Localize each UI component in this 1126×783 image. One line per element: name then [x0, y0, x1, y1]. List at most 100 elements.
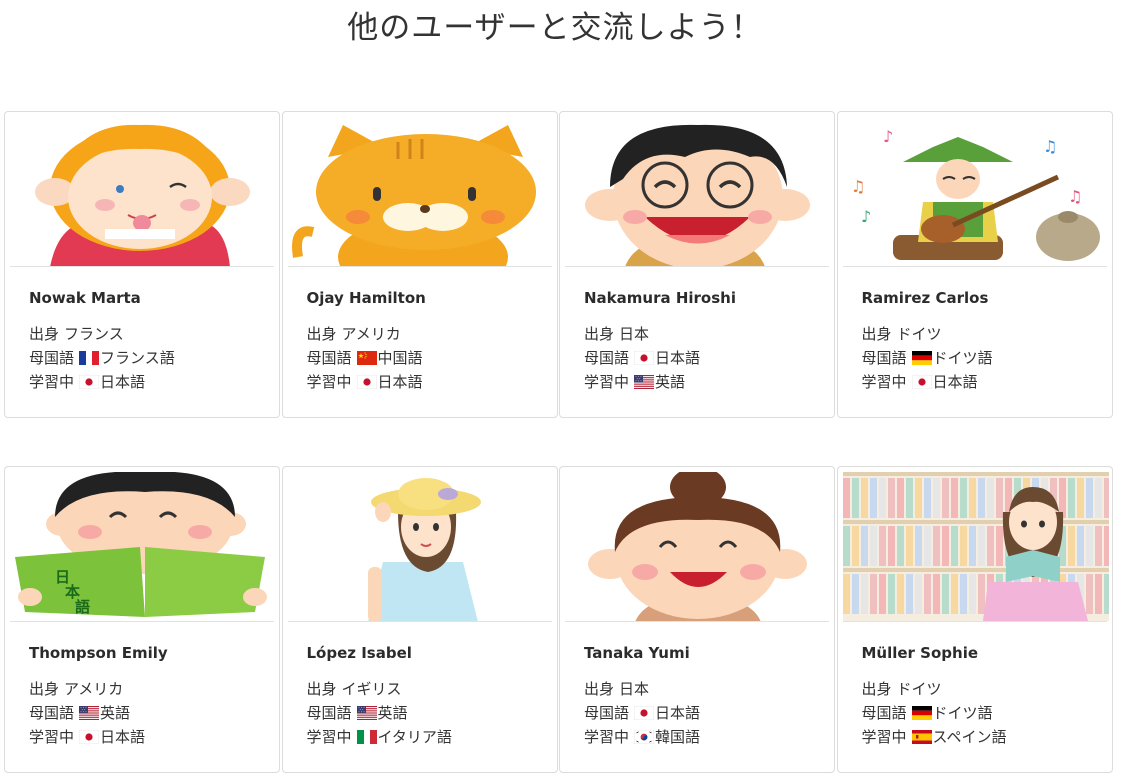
boy-reading-japanese-book-illustration: 日 本 語: [10, 472, 276, 621]
cat-illustration: [287, 117, 554, 266]
origin-label: 出身: [861, 325, 892, 343]
native-language-value: 日本語: [655, 704, 701, 722]
card-divider: [10, 621, 274, 622]
japan-flag-icon: [911, 375, 932, 389]
japan-flag-icon: [79, 375, 100, 389]
user-name: López Isabel: [306, 644, 412, 662]
user-card[interactable]: Nakamura Hiroshi 出身 日本 母国語 日本語 学習中 英語: [559, 111, 835, 418]
native-language-value: 日本語: [655, 349, 701, 367]
japan-flag-icon: [79, 730, 100, 744]
user-name: Nakamura Hiroshi: [584, 289, 736, 307]
native-language-label: 母国語: [29, 704, 75, 722]
origin-label: 出身: [306, 325, 337, 343]
card-divider: [10, 266, 274, 267]
user-details: 出身 日本 母国語 日本語 学習中 韓国語: [584, 677, 700, 749]
native-language-row: 母国語 ドイツ語: [862, 346, 993, 370]
card-divider: [287, 266, 552, 267]
user-name: Müller Sophie: [861, 644, 979, 662]
native-language-row: 母国語 中国語: [307, 346, 423, 370]
native-language-value: ドイツ語: [932, 349, 993, 367]
origin-label: 出身: [29, 325, 60, 343]
card-divider: [565, 266, 829, 267]
learning-language-value: イタリア語: [377, 728, 452, 746]
learning-language-row: 学習中 日本語: [29, 725, 145, 749]
native-language-label: 母国語: [584, 704, 630, 722]
learning-language-label: 学習中: [861, 728, 907, 746]
learning-language-row: 学習中 日本語: [307, 370, 423, 394]
native-language-row: 母国語 英語: [29, 701, 145, 725]
user-card[interactable]: López Isabel 出身 イギリス 母国語 英語 学習中 イタリア語: [281, 466, 558, 773]
user-details: 出身 イギリス 母国語 英語 学習中 イタリア語: [307, 677, 452, 749]
origin-label: 出身: [584, 680, 615, 698]
user-name: Ramirez Carlos: [861, 289, 989, 307]
learning-language-row: 学習中 イタリア語: [307, 725, 452, 749]
learning-language-value: 韓国語: [655, 728, 701, 746]
learning-language-label: 学習中: [584, 728, 630, 746]
learning-language-label: 学習中: [29, 728, 75, 746]
germany-flag-icon: [911, 351, 932, 365]
china-flag-icon: [356, 351, 377, 365]
svg-text:♪: ♪: [861, 207, 871, 226]
learning-language-value: 日本語: [932, 373, 978, 391]
native-language-value: 英語: [377, 704, 408, 722]
native-language-label: 母国語: [584, 349, 630, 367]
user-details: 出身 フランス 母国語 フランス語 学習中 日本語: [29, 322, 175, 394]
native-language-label: 母国語: [29, 349, 75, 367]
origin-row: 出身 アメリカ: [307, 322, 423, 346]
user-card[interactable]: ♪ ♫ ♫ ♪ ♫ Ramirez Carlos 出身 ドイツ 母国語 ドイツ語 学…: [836, 111, 1113, 418]
learning-language-row: 学習中 日本語: [862, 370, 993, 394]
origin-label: 出身: [306, 680, 337, 698]
user-card-grid: Nowak Marta 出身 フランス 母国語 フランス語 学習中 日本語 Oj…: [4, 111, 1114, 773]
learning-language-label: 学習中: [861, 373, 907, 391]
card-divider: [287, 621, 552, 622]
france-flag-icon: [79, 351, 100, 365]
italy-flag-icon: [356, 730, 377, 744]
origin-label: 出身: [861, 680, 892, 698]
native-language-value: フランス語: [100, 349, 175, 367]
native-language-label: 母国語: [861, 349, 907, 367]
japan-flag-icon: [356, 375, 377, 389]
origin-value: 日本: [619, 325, 650, 343]
native-language-row: 母国語 英語: [307, 701, 452, 725]
user-card[interactable]: Müller Sophie 出身 ドイツ 母国語 ドイツ語 学習中 スペイン語: [836, 466, 1113, 773]
svg-text:♫: ♫: [1043, 137, 1057, 156]
learning-language-row: 学習中 日本語: [29, 370, 175, 394]
woman-sunhat-illustration: [287, 472, 554, 621]
card-divider: [565, 621, 829, 622]
origin-value: 日本: [619, 680, 650, 698]
svg-text:♫: ♫: [1068, 187, 1082, 206]
learning-language-row: 学習中 英語: [584, 370, 700, 394]
native-language-row: 母国語 日本語: [584, 346, 700, 370]
native-language-value: 英語: [100, 704, 131, 722]
learning-language-value: スペイン語: [932, 728, 1007, 746]
user-card[interactable]: Ojay Hamilton 出身 アメリカ 母国語 中国語 学習中 日本語: [281, 111, 558, 418]
learning-language-label: 学習中: [306, 373, 352, 391]
origin-row: 出身 イギリス: [307, 677, 452, 701]
user-name: Tanaka Yumi: [584, 644, 690, 662]
origin-label: 出身: [29, 680, 60, 698]
woman-library-reading-illustration: [842, 472, 1109, 621]
user-card-row: 日 本 語 Thompson Emily 出身 アメリカ 母国語 英語 学習中 …: [4, 466, 1114, 773]
user-card[interactable]: Nowak Marta 出身 フランス 母国語 フランス語 学習中 日本語: [4, 111, 280, 418]
japan-flag-icon: [634, 351, 655, 365]
learning-language-label: 学習中: [584, 373, 630, 391]
origin-row: 出身 日本: [584, 677, 700, 701]
svg-text:語: 語: [75, 598, 90, 616]
native-language-row: 母国語 ドイツ語: [862, 701, 1007, 725]
learning-language-value: 英語: [655, 373, 686, 391]
user-details: 出身 ドイツ 母国語 ドイツ語 学習中 日本語: [862, 322, 993, 394]
origin-row: 出身 アメリカ: [29, 677, 145, 701]
learning-language-value: 日本語: [377, 373, 423, 391]
learning-language-label: 学習中: [306, 728, 352, 746]
user-name: Nowak Marta: [29, 289, 141, 307]
user-card[interactable]: Tanaka Yumi 出身 日本 母国語 日本語 学習中 韓国語: [559, 466, 835, 773]
native-language-row: 母国語 日本語: [584, 701, 700, 725]
user-details: 出身 日本 母国語 日本語 学習中 英語: [584, 322, 700, 394]
learning-language-row: 学習中 スペイン語: [862, 725, 1007, 749]
origin-value: アメリカ: [64, 680, 124, 698]
user-card[interactable]: 日 本 語 Thompson Emily 出身 アメリカ 母国語 英語 学習中 …: [4, 466, 280, 773]
learning-language-row: 学習中 韓国語: [584, 725, 700, 749]
usa-flag-icon: [79, 706, 100, 720]
boy-laughing-illustration: [565, 117, 831, 266]
origin-row: 出身 ドイツ: [862, 322, 993, 346]
